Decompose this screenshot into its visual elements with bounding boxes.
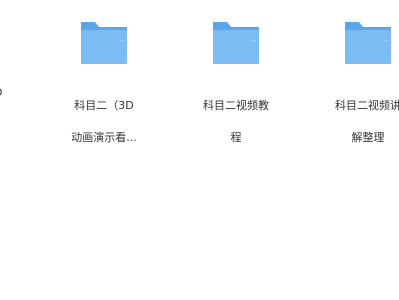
folder-label-line: 科目二视频讲 [335,99,399,112]
folder-label-line: 科目二视频教 [203,99,269,112]
folder-label: 科目二（3D 动画演示看... [56,82,152,162]
folder-icon [213,22,259,64]
folder-label-line: 解整理 [351,131,385,144]
folder-label: 科目二视频教 程 [188,82,284,162]
folder-label-line: 动画演示看... [71,131,137,144]
folder-item[interactable]: 科目二（3D 动画演示看... [56,18,152,162]
folder-label-line: 程 [230,131,242,144]
file-grid: D 科目二（3D 动画演示看... 科目二视频教 程 科目二视频讲 [0,0,399,300]
folder-icon [81,22,127,64]
folder-item[interactable]: 科目二视频讲 解整理 [320,18,399,162]
folder-label-line: 科目二（3D [74,99,134,112]
partial-file-label: D [0,84,2,102]
folder-icon [345,22,391,64]
folder-label: 科目二视频讲 解整理 [320,82,399,162]
folder-item[interactable]: 科目二视频教 程 [188,18,284,162]
